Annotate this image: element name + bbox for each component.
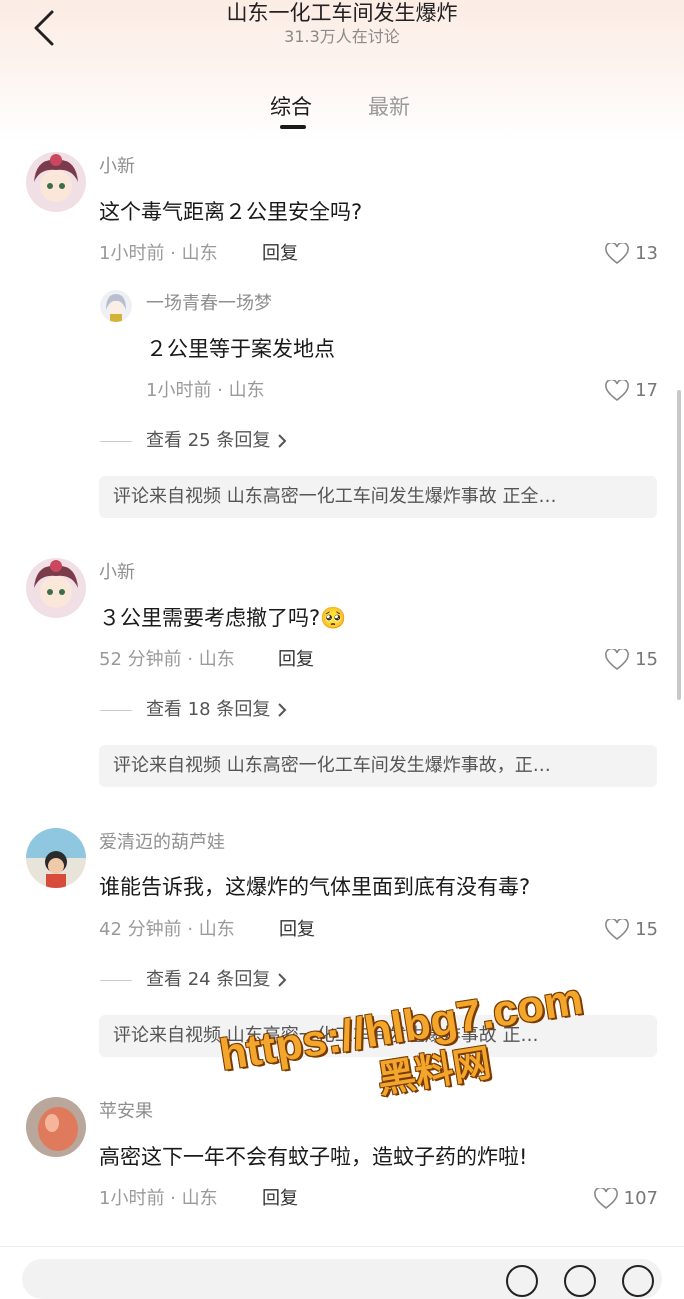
username[interactable]: 小新 (99, 562, 135, 584)
avatar[interactable] (26, 152, 86, 212)
view-more-label: 查看 18 条回复 (146, 699, 271, 720)
tab-comprehensive[interactable]: 综合 (270, 92, 312, 122)
header: 山东一化工车间发生爆炸 31.3万人在讨论 综合 最新 (0, 0, 684, 140)
like-button[interactable]: 13 (605, 243, 658, 265)
username[interactable]: 爱清迈的葫芦娃 (99, 832, 225, 854)
chevron-right-icon (278, 434, 287, 448)
view-more-replies[interactable]: 查看 24 条回复 (100, 969, 290, 991)
comment-text: 高密这下一年不会有蚊子啦，造蚊子药的炸啦! (99, 1145, 528, 1169)
username[interactable]: 小新 (99, 156, 135, 178)
heart-outline-icon (605, 649, 629, 671)
avatar[interactable] (26, 558, 86, 618)
at-mention-icon[interactable] (564, 1265, 596, 1297)
timestamp-location: 42 分钟前 · 山东 (99, 919, 235, 940)
source-title: 山东高密一化工车间发生爆炸事故 正全… (221, 486, 557, 507)
view-more-replies[interactable]: 查看 18 条回复 (100, 699, 290, 721)
reply-like-button[interactable]: 17 (605, 380, 658, 402)
heart-outline-icon (593, 1188, 618, 1210)
reply-button[interactable]: 回复 (278, 649, 314, 671)
like-count: 17 (635, 380, 658, 401)
reply-button[interactable]: 回复 (262, 243, 298, 265)
view-more-label: 查看 25 条回复 (146, 430, 271, 451)
active-tab-indicator (280, 125, 306, 129)
like-count: 107 (623, 1188, 658, 1209)
watermark: https://hlbg7.com 黑料网 (212, 937, 657, 1133)
timestamp-location: 1小时前 · 山东 (99, 243, 218, 264)
emoji-icon[interactable] (622, 1265, 654, 1297)
tab-latest[interactable]: 最新 (368, 92, 410, 122)
bottom-bar (0, 1246, 684, 1299)
source-prefix: 评论来自视频 (113, 755, 221, 776)
reply-button[interactable]: 回复 (279, 919, 315, 941)
comment-text: 这个毒气距离２公里安全吗? (99, 200, 363, 224)
view-more-replies[interactable]: 查看 25 条回复 (100, 430, 290, 452)
timestamp-location: 52 分钟前 · 山东 (99, 649, 235, 670)
divider (100, 440, 132, 442)
reply-avatar[interactable] (100, 290, 132, 322)
heart-outline-icon (605, 380, 629, 402)
reply-timestamp-location: 1小时前 · 山东 (146, 380, 265, 401)
pleading-face-emoji: 🥺 (320, 606, 347, 630)
scrollbar[interactable] (677, 390, 681, 700)
comment-text: ３公里需要考虑撤了吗?🥺 (99, 604, 346, 632)
like-button[interactable]: 15 (605, 649, 658, 671)
discussion-count: 31.3万人在讨论 (284, 27, 400, 46)
comment-body: ３公里需要考虑撤了吗? (99, 606, 321, 630)
divider (100, 709, 132, 711)
source-title: 山东高密一化工车间发生爆炸事故，正… (221, 755, 551, 776)
comment-text: 谁能告诉我，这爆炸的气体里面到底有没有毒? (99, 875, 531, 899)
like-count: 15 (635, 649, 658, 670)
reply-username[interactable]: 一场青春一场梦 (146, 293, 272, 315)
view-more-label: 查看 24 条回复 (146, 969, 271, 990)
bottom-action-icons (506, 1265, 654, 1297)
image-icon[interactable] (506, 1265, 538, 1297)
reply-text: ２公里等于案发地点 (146, 337, 335, 361)
divider (100, 979, 132, 981)
video-source-link[interactable]: 评论来自视频 山东高密一化工车间发生爆炸事故 正全… (99, 476, 657, 518)
avatar[interactable] (26, 828, 86, 888)
reply-button[interactable]: 回复 (262, 1188, 298, 1210)
username[interactable]: 苹安果 (99, 1101, 153, 1123)
avatar[interactable] (26, 1097, 86, 1157)
page-title: 山东一化工车间发生爆炸 (226, 1, 458, 25)
video-source-link[interactable]: 评论来自视频 山东高密一化工车间发生爆炸事故，正… (99, 745, 657, 787)
like-count: 13 (635, 243, 658, 264)
source-prefix: 评论来自视频 (113, 486, 221, 507)
heart-outline-icon (605, 243, 629, 265)
source-prefix: 评论来自视频 (113, 1025, 221, 1046)
like-button[interactable]: 107 (593, 1188, 658, 1210)
chevron-right-icon (278, 973, 287, 987)
chevron-right-icon (278, 703, 287, 717)
like-count: 15 (635, 919, 658, 940)
timestamp-location: 1小时前 · 山东 (99, 1188, 218, 1209)
